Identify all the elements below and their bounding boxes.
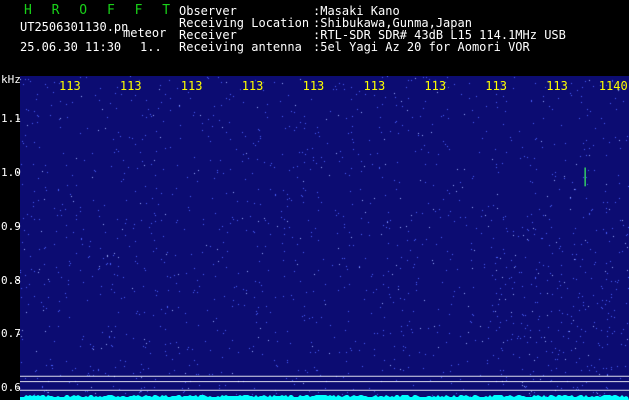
power-trace (20, 395, 629, 400)
chart-overlay (17, 118, 629, 400)
